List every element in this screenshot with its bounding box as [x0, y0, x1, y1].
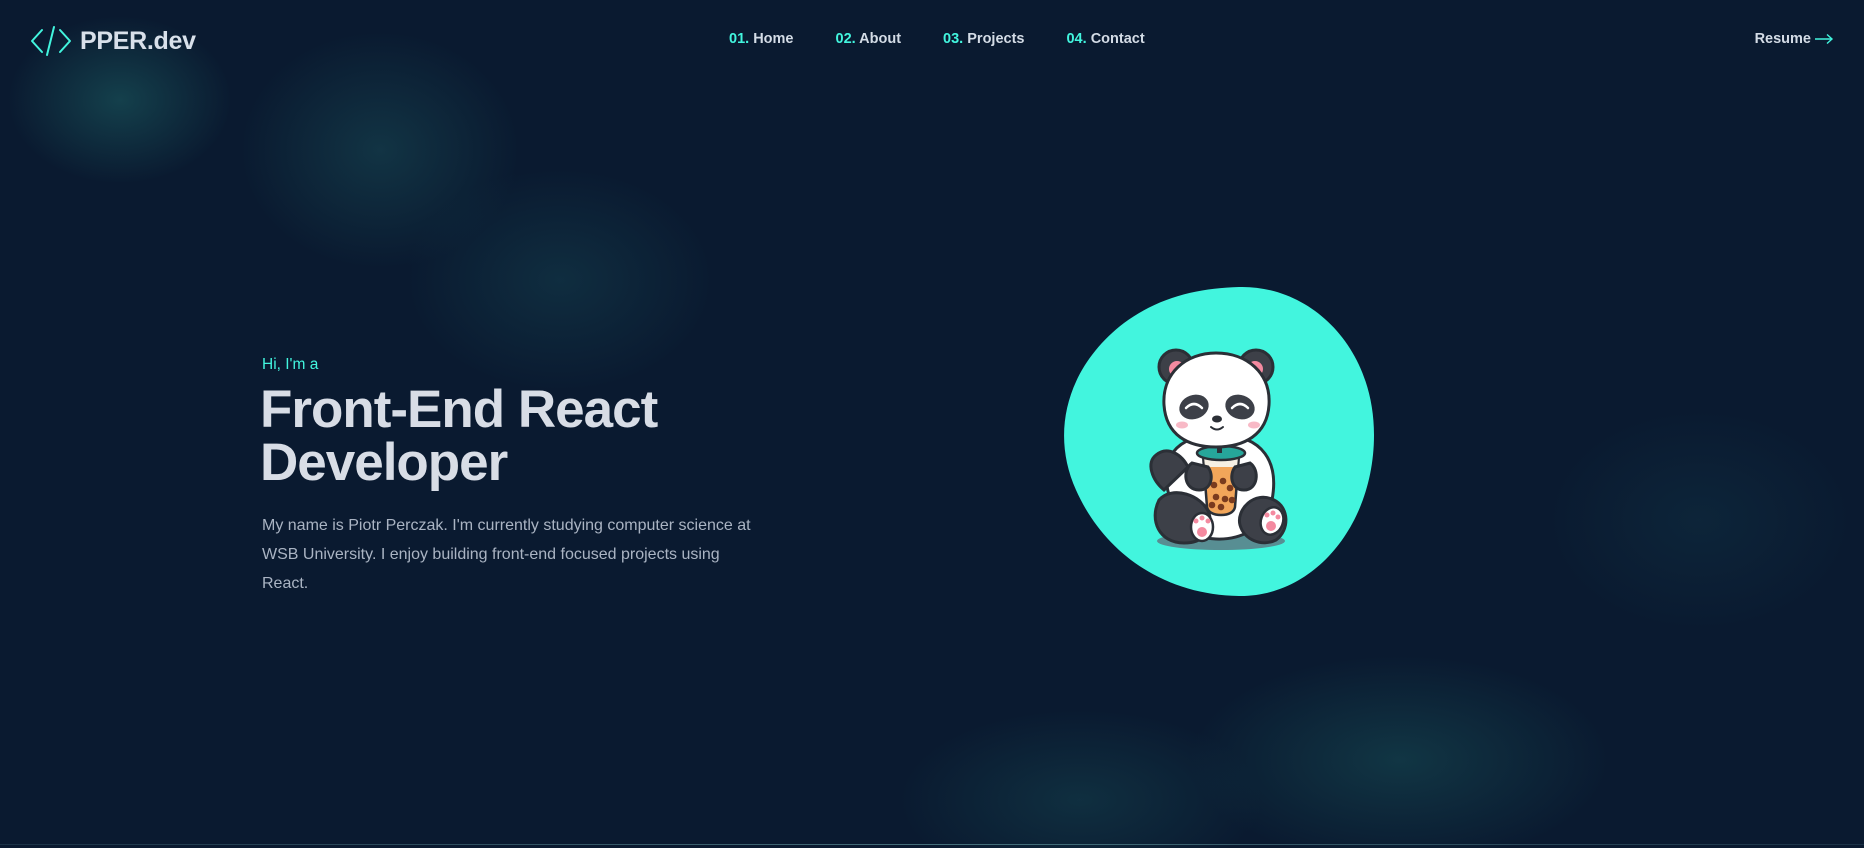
hero-title-line-1: Front-End React: [260, 380, 658, 439]
arrow-right-icon: [1815, 33, 1834, 45]
resume-link[interactable]: Resume: [1755, 31, 1834, 47]
hero-section: Hi, I'm a Front-End React Developer My n…: [260, 356, 762, 598]
logo[interactable]: PPER.dev: [30, 24, 196, 58]
nav-item-projects[interactable]: 03. Projects: [943, 31, 1024, 47]
nav-item-label: Contact: [1090, 31, 1145, 47]
nav-item-about[interactable]: 02. About: [836, 31, 902, 47]
nav-item-number: 01.: [729, 31, 750, 47]
hero-intro: My name is Piotr Perczak. I'm currently …: [262, 517, 751, 592]
nav-item-label: Home: [753, 31, 794, 47]
nav-item-number: 04.: [1066, 31, 1087, 47]
site-header: PPER.dev 01. Home 02. About 03. Projects…: [0, 0, 1864, 82]
nav-item-label: About: [859, 31, 902, 47]
hero-greeting: Hi, I'm a: [262, 356, 319, 373]
hero-title-line-2: Developer: [260, 433, 508, 492]
nav-item-number: 02.: [835, 31, 856, 47]
code-brackets-icon: [31, 26, 71, 56]
page: PPER.dev 01. Home 02. About 03. Projects…: [0, 0, 1864, 848]
main-nav: 01. Home 02. About 03. Projects 04. Cont…: [729, 31, 1145, 47]
nav-item-contact[interactable]: 04. Contact: [1066, 31, 1144, 47]
hero-title: Front-End React Developer: [260, 383, 762, 489]
brand-name: PPER.dev: [80, 26, 196, 55]
hero-avatar: [1064, 285, 1374, 597]
bottom-divider: [0, 844, 1864, 845]
resume-label: Resume: [1754, 31, 1811, 47]
nav-item-number: 03.: [943, 31, 964, 47]
nav-item-home[interactable]: 01. Home: [729, 31, 794, 47]
panda-drinking-bubble-tea-illustration: [1064, 286, 1374, 597]
nav-item-label: Projects: [967, 31, 1025, 47]
